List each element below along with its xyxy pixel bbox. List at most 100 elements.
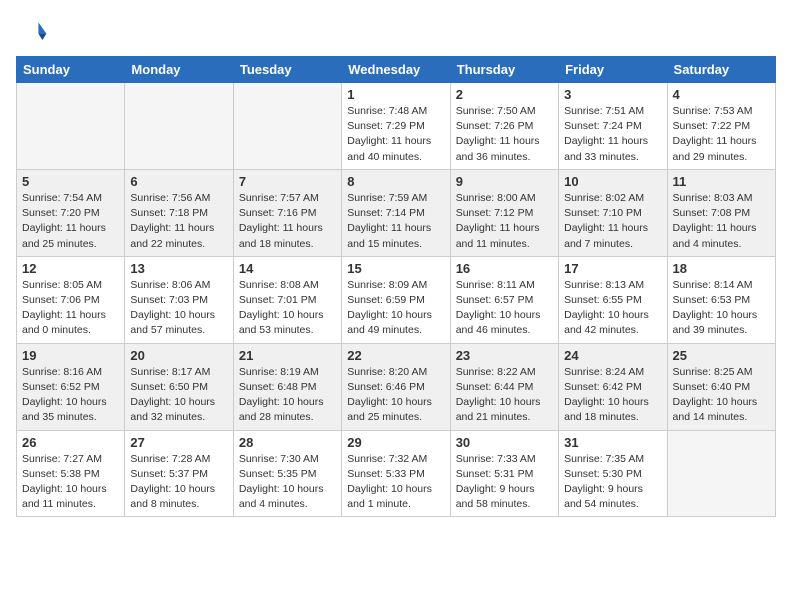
day-info: Sunrise: 8:09 AM Sunset: 6:59 PM Dayligh… (347, 278, 444, 339)
day-number: 14 (239, 261, 336, 276)
day-info: Sunrise: 7:35 AM Sunset: 5:30 PM Dayligh… (564, 452, 661, 513)
calendar-cell: 4Sunrise: 7:53 AM Sunset: 7:22 PM Daylig… (667, 83, 775, 170)
calendar-cell: 14 Sunrise: 8:08 AM Sunset: 7:01 PM Dayli… (233, 256, 341, 343)
day-info: Sunrise: 7:54 AM Sunset: 7:20 PM Dayligh… (22, 191, 119, 252)
day-info: Sunrise: 8:08 AM Sunset: 7:01 PM Dayligh… (239, 278, 336, 339)
calendar-cell (233, 83, 341, 170)
calendar-cell: 2 Sunrise: 7:50 AM Sunset: 7:26 PM Daylig… (450, 83, 558, 170)
day-number: 27 (130, 435, 227, 450)
day-number: 28 (239, 435, 336, 450)
calendar-cell: 19 Sunrise: 8:16 AM Sunset: 6:52 PM Dayli… (17, 343, 125, 430)
day-info: Sunrise: 7:48 AM Sunset: 7:29 PM Dayligh… (347, 104, 444, 165)
calendar-cell: 21Sunrise: 8:19 AM Sunset: 6:48 PM Dayli… (233, 343, 341, 430)
calendar-cell: 25Sunrise: 8:25 AM Sunset: 6:40 PM Dayli… (667, 343, 775, 430)
calendar-cell: 11 Sunrise: 8:03 AM Sunset: 7:08 PM Dayli… (667, 169, 775, 256)
day-info: Sunrise: 8:13 AM Sunset: 6:55 PM Dayligh… (564, 278, 661, 339)
calendar-cell: 30 Sunrise: 7:33 AM Sunset: 5:31 PM Dayli… (450, 430, 558, 517)
day-info: Sunrise: 8:22 AM Sunset: 6:44 PM Dayligh… (456, 365, 553, 426)
calendar-cell: 24 Sunrise: 8:24 AM Sunset: 6:42 PM Dayli… (559, 343, 667, 430)
weekday-header: Monday (125, 57, 233, 83)
day-info: Sunrise: 8:17 AM Sunset: 6:50 PM Dayligh… (130, 365, 227, 426)
day-info: Sunrise: 7:56 AM Sunset: 7:18 PM Dayligh… (130, 191, 227, 252)
calendar-table: SundayMondayTuesdayWednesdayThursdayFrid… (16, 56, 776, 517)
calendar-cell: 27 Sunrise: 7:28 AM Sunset: 5:37 PM Dayli… (125, 430, 233, 517)
day-number: 29 (347, 435, 444, 450)
day-number: 3 (564, 87, 661, 102)
day-number: 10 (564, 174, 661, 189)
day-info: Sunrise: 8:06 AM Sunset: 7:03 PM Dayligh… (130, 278, 227, 339)
day-number: 22 (347, 348, 444, 363)
day-info: Sunrise: 8:00 AM Sunset: 7:12 PM Dayligh… (456, 191, 553, 252)
page-header (16, 16, 776, 48)
calendar-cell: 22 Sunrise: 8:20 AM Sunset: 6:46 PM Dayli… (342, 343, 450, 430)
weekday-header: Thursday (450, 57, 558, 83)
day-number: 4 (673, 87, 770, 102)
day-info: Sunrise: 8:14 AM Sunset: 6:53 PM Dayligh… (673, 278, 770, 339)
day-number: 8 (347, 174, 444, 189)
day-info: Sunrise: 8:11 AM Sunset: 6:57 PM Dayligh… (456, 278, 553, 339)
calendar-cell: 10 Sunrise: 8:02 AM Sunset: 7:10 PM Dayli… (559, 169, 667, 256)
day-info: Sunrise: 7:28 AM Sunset: 5:37 PM Dayligh… (130, 452, 227, 513)
day-number: 23 (456, 348, 553, 363)
calendar-week-row: 19 Sunrise: 8:16 AM Sunset: 6:52 PM Dayli… (17, 343, 776, 430)
calendar-cell: 1 Sunrise: 7:48 AM Sunset: 7:29 PM Daylig… (342, 83, 450, 170)
day-number: 21 (239, 348, 336, 363)
day-info: Sunrise: 8:16 AM Sunset: 6:52 PM Dayligh… (22, 365, 119, 426)
calendar-header-row: SundayMondayTuesdayWednesdayThursdayFrid… (17, 57, 776, 83)
day-number: 19 (22, 348, 119, 363)
day-info: Sunrise: 7:59 AM Sunset: 7:14 PM Dayligh… (347, 191, 444, 252)
calendar-cell: 5Sunrise: 7:54 AM Sunset: 7:20 PM Daylig… (17, 169, 125, 256)
weekday-header: Tuesday (233, 57, 341, 83)
calendar-week-row: 5Sunrise: 7:54 AM Sunset: 7:20 PM Daylig… (17, 169, 776, 256)
logo-icon (16, 16, 48, 48)
day-number: 7 (239, 174, 336, 189)
day-info: Sunrise: 8:03 AM Sunset: 7:08 PM Dayligh… (673, 191, 770, 252)
day-number: 20 (130, 348, 227, 363)
day-info: Sunrise: 7:33 AM Sunset: 5:31 PM Dayligh… (456, 452, 553, 513)
day-info: Sunrise: 7:51 AM Sunset: 7:24 PM Dayligh… (564, 104, 661, 165)
day-number: 17 (564, 261, 661, 276)
day-info: Sunrise: 8:02 AM Sunset: 7:10 PM Dayligh… (564, 191, 661, 252)
day-info: Sunrise: 8:20 AM Sunset: 6:46 PM Dayligh… (347, 365, 444, 426)
day-info: Sunrise: 8:25 AM Sunset: 6:40 PM Dayligh… (673, 365, 770, 426)
day-number: 30 (456, 435, 553, 450)
day-number: 16 (456, 261, 553, 276)
day-number: 1 (347, 87, 444, 102)
calendar-cell: 9 Sunrise: 8:00 AM Sunset: 7:12 PM Daylig… (450, 169, 558, 256)
calendar-cell: 26Sunrise: 7:27 AM Sunset: 5:38 PM Dayli… (17, 430, 125, 517)
weekday-header: Wednesday (342, 57, 450, 83)
calendar-cell: 29Sunrise: 7:32 AM Sunset: 5:33 PM Dayli… (342, 430, 450, 517)
calendar-cell: 13 Sunrise: 8:06 AM Sunset: 7:03 PM Dayli… (125, 256, 233, 343)
calendar-cell: 28 Sunrise: 7:30 AM Sunset: 5:35 PM Dayli… (233, 430, 341, 517)
day-number: 11 (673, 174, 770, 189)
day-number: 2 (456, 87, 553, 102)
calendar-cell: 3 Sunrise: 7:51 AM Sunset: 7:24 PM Daylig… (559, 83, 667, 170)
calendar-cell: 18 Sunrise: 8:14 AM Sunset: 6:53 PM Dayli… (667, 256, 775, 343)
day-number: 24 (564, 348, 661, 363)
calendar-cell: 6Sunrise: 7:56 AM Sunset: 7:18 PM Daylig… (125, 169, 233, 256)
calendar-cell: 8 Sunrise: 7:59 AM Sunset: 7:14 PM Daylig… (342, 169, 450, 256)
day-info: Sunrise: 7:30 AM Sunset: 5:35 PM Dayligh… (239, 452, 336, 513)
day-info: Sunrise: 7:57 AM Sunset: 7:16 PM Dayligh… (239, 191, 336, 252)
day-number: 12 (22, 261, 119, 276)
calendar-week-row: 26Sunrise: 7:27 AM Sunset: 5:38 PM Dayli… (17, 430, 776, 517)
day-info: Sunrise: 8:24 AM Sunset: 6:42 PM Dayligh… (564, 365, 661, 426)
calendar-cell (667, 430, 775, 517)
calendar-cell: 12 Sunrise: 8:05 AM Sunset: 7:06 PM Dayli… (17, 256, 125, 343)
calendar-cell: 31 Sunrise: 7:35 AM Sunset: 5:30 PM Dayli… (559, 430, 667, 517)
day-info: Sunrise: 7:27 AM Sunset: 5:38 PM Dayligh… (22, 452, 119, 513)
calendar-cell (125, 83, 233, 170)
calendar-cell (17, 83, 125, 170)
day-number: 9 (456, 174, 553, 189)
weekday-header: Saturday (667, 57, 775, 83)
weekday-header: Friday (559, 57, 667, 83)
day-number: 18 (673, 261, 770, 276)
calendar-cell: 20 Sunrise: 8:17 AM Sunset: 6:50 PM Dayli… (125, 343, 233, 430)
day-info: Sunrise: 8:05 AM Sunset: 7:06 PM Dayligh… (22, 278, 119, 339)
day-info: Sunrise: 7:50 AM Sunset: 7:26 PM Dayligh… (456, 104, 553, 165)
day-number: 31 (564, 435, 661, 450)
calendar-cell: 23 Sunrise: 8:22 AM Sunset: 6:44 PM Dayli… (450, 343, 558, 430)
day-number: 13 (130, 261, 227, 276)
calendar-week-row: 12 Sunrise: 8:05 AM Sunset: 7:06 PM Dayli… (17, 256, 776, 343)
calendar-cell: 17 Sunrise: 8:13 AM Sunset: 6:55 PM Dayli… (559, 256, 667, 343)
